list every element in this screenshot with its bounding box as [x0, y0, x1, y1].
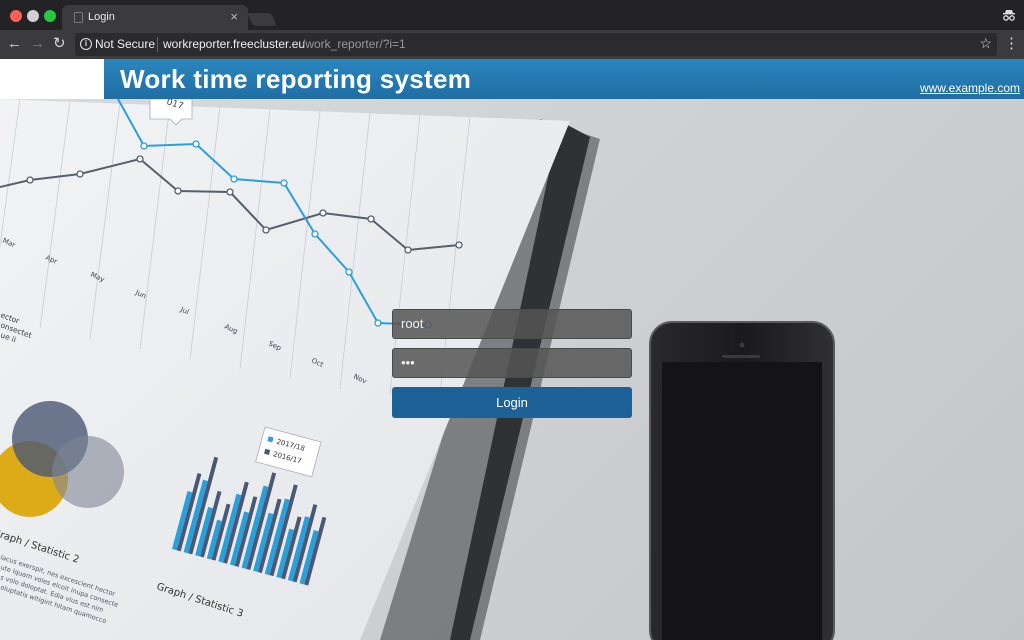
browser-tab-bar: Login × [0, 0, 1024, 30]
star-icon[interactable]: ☆ [979, 35, 992, 52]
address-divider [157, 37, 158, 52]
tab-login[interactable]: Login × [62, 5, 248, 30]
new-tab-icon[interactable] [246, 13, 278, 26]
header-link[interactable]: www.example.com [920, 81, 1020, 95]
url-path[interactable]: /work_reporter/?i=1 [302, 37, 406, 51]
security-label[interactable]: Not Secure [95, 37, 155, 51]
site-title: Work time reporting system [120, 64, 472, 94]
password-input[interactable]: ••• [392, 348, 632, 378]
tab-close-icon[interactable]: × [230, 9, 238, 24]
page-viewport: 017 Mar Apr May Jun Jul Aug Sep Oct Nov … [0, 59, 1024, 640]
incognito-icon[interactable] [1002, 8, 1016, 22]
minimize-window-button[interactable] [27, 10, 39, 22]
browser-toolbar: ← → ↻ i Not Secure workreporter.freeclus… [0, 30, 1024, 59]
info-icon[interactable]: i [80, 38, 92, 50]
maximize-window-button[interactable] [44, 10, 56, 22]
reload-icon[interactable]: ↻ [53, 34, 66, 54]
back-icon[interactable]: ← [7, 34, 22, 54]
address-bar[interactable]: i Not Secure workreporter.freecluster.eu… [75, 33, 997, 56]
logo-area [0, 59, 104, 99]
page-favicon-icon [74, 12, 83, 23]
forward-icon[interactable]: → [30, 34, 45, 54]
close-window-button[interactable] [10, 10, 22, 22]
url-host[interactable]: workreporter.freecluster.eu [163, 37, 305, 51]
tab-title: Login [88, 11, 115, 23]
site-header: Work time reporting system www.example.c… [104, 59, 1024, 99]
menu-icon[interactable]: ⋮ [1004, 34, 1019, 54]
username-input[interactable]: root [392, 309, 632, 339]
login-button[interactable]: Login [392, 387, 632, 418]
login-form: root ••• Login [392, 309, 632, 418]
